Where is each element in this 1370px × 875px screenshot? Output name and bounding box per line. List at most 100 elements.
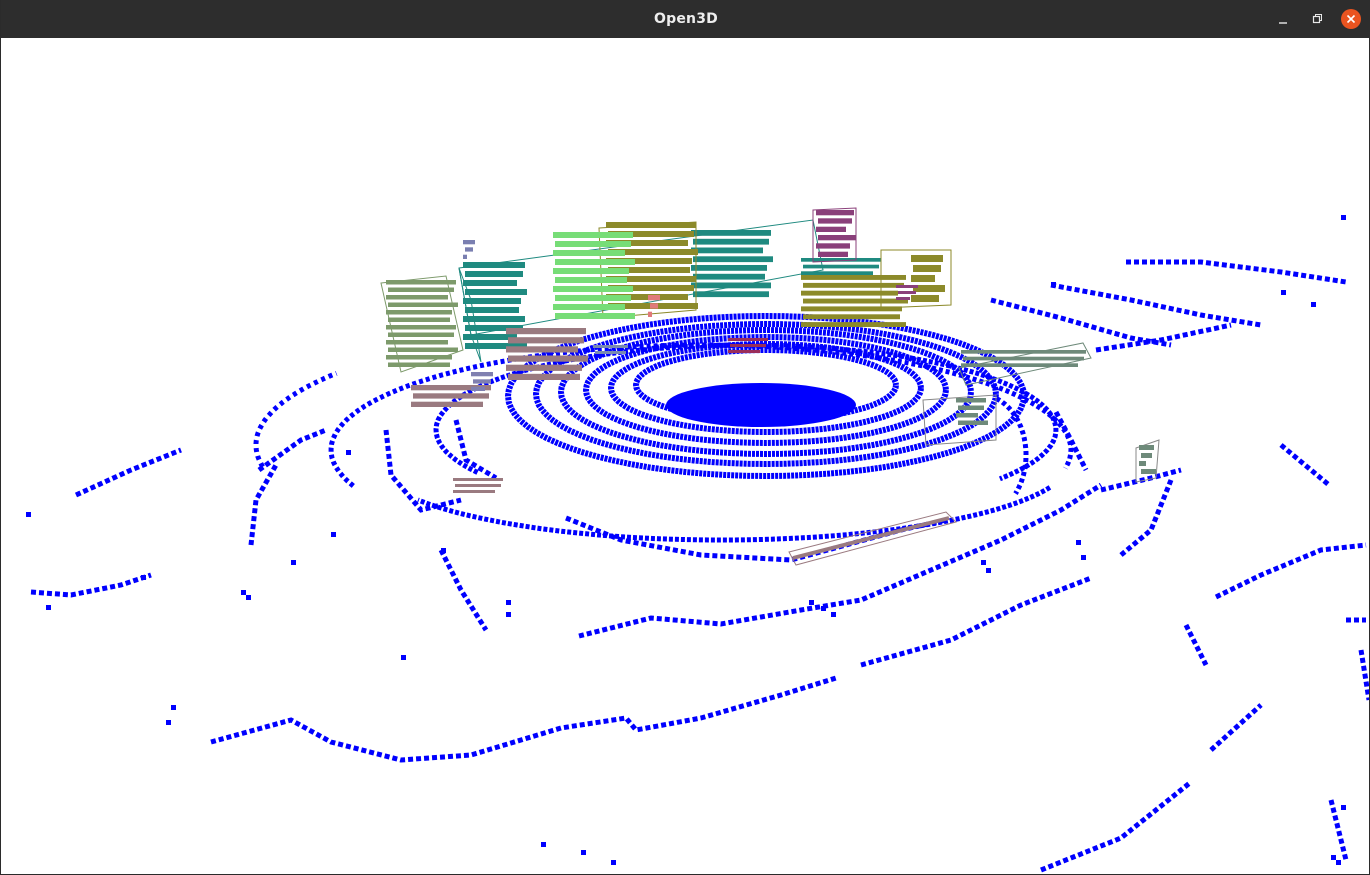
ground-point <box>821 606 826 611</box>
cluster-point-row <box>553 250 625 256</box>
minimize-button[interactable] <box>1273 9 1293 29</box>
ground-point <box>986 568 991 573</box>
cluster-point-row <box>465 271 523 277</box>
window-controls <box>1273 0 1361 38</box>
cluster-point-row <box>463 254 467 259</box>
ground-point <box>291 560 296 565</box>
cluster-point-row <box>1141 469 1156 474</box>
ground-scan-line <box>1050 282 1262 328</box>
cluster-point-row <box>1139 461 1146 466</box>
close-icon <box>1346 14 1356 24</box>
cluster-point-row <box>693 238 769 245</box>
close-button[interactable] <box>1341 9 1361 29</box>
cluster-point-row <box>803 264 879 269</box>
cluster-point-row <box>803 298 908 304</box>
cluster-point-row <box>801 275 906 280</box>
cluster-point-row <box>650 303 658 309</box>
cluster-point-row <box>411 401 483 407</box>
cluster-point-row <box>388 362 450 367</box>
cluster-teal-tree <box>463 262 527 349</box>
cluster-point-row <box>471 372 493 377</box>
cluster-point-row <box>606 222 696 228</box>
cluster-point-row <box>728 338 768 341</box>
cluster-point-row <box>593 345 628 348</box>
cluster-point-row <box>553 304 625 310</box>
cluster-slate-sign <box>1139 445 1156 474</box>
ground-scan-line <box>1040 780 1193 873</box>
ground-point <box>506 612 511 617</box>
cluster-point-row <box>453 478 503 481</box>
cluster-point-row <box>958 420 988 425</box>
cluster-point-row <box>963 356 1084 361</box>
ground-scan-line <box>578 482 1103 639</box>
cluster-point-row <box>691 282 771 289</box>
cluster-point-row <box>413 393 489 399</box>
cluster-point-row <box>388 347 458 352</box>
cluster-point-row <box>691 265 767 271</box>
cluster-point-row <box>648 311 652 317</box>
cluster-point-row <box>465 307 519 313</box>
ground-scan-line <box>30 572 152 598</box>
cluster-point-row <box>386 295 448 300</box>
maximize-button[interactable] <box>1307 9 1327 29</box>
ground-scan-line <box>257 427 327 473</box>
cluster-point-row <box>816 210 854 216</box>
cluster-point-row <box>648 295 660 301</box>
ground-point <box>541 842 546 847</box>
ground-point <box>611 860 616 865</box>
cluster-point-row <box>693 256 773 263</box>
cluster-point-row <box>463 316 525 322</box>
ground-point <box>506 600 511 605</box>
cluster-point-row <box>555 313 635 319</box>
cluster-point-row <box>1139 445 1154 450</box>
cluster-point-row <box>553 268 629 274</box>
ground-scan-line <box>1214 542 1367 600</box>
cluster-point-row <box>911 275 935 282</box>
3d-viewport[interactable] <box>1 38 1369 874</box>
cluster-point-row <box>465 247 473 252</box>
ground-scan-line <box>990 297 1172 348</box>
ground-scan-line <box>1183 623 1209 667</box>
cluster-point-row <box>453 490 495 493</box>
cluster-point-row <box>958 405 984 410</box>
ground-point <box>809 600 814 605</box>
cluster-point-row <box>465 289 527 295</box>
cluster-point-row <box>463 240 475 245</box>
cluster-point-row <box>1141 453 1152 458</box>
ground-point <box>1336 860 1341 865</box>
ground-point-cloud <box>26 215 1369 873</box>
cluster-point-row <box>913 265 941 272</box>
point-cloud-scene[interactable] <box>1 38 1369 874</box>
cluster-point-row <box>896 297 910 300</box>
cluster-point-row <box>691 247 763 254</box>
cluster-mauve-object <box>453 478 503 493</box>
ground-point <box>1341 805 1346 810</box>
cluster-point-row <box>388 302 458 307</box>
ground-point <box>46 605 51 610</box>
cluster-point-row <box>506 364 582 371</box>
ground-scan-line <box>1358 649 1369 701</box>
cluster-point-row <box>455 484 501 487</box>
ground-scan-line <box>860 575 1092 668</box>
cluster-point-row <box>728 350 760 353</box>
cluster-point-row <box>818 235 856 241</box>
ground-point <box>981 560 986 565</box>
ground-scan-line <box>1095 322 1232 353</box>
ground-point <box>401 655 406 660</box>
cluster-point-row <box>730 344 766 347</box>
cluster-point-row <box>555 241 631 247</box>
ground-scan-line <box>1119 479 1174 557</box>
cluster-point-row <box>555 277 627 283</box>
cluster-point-row <box>898 291 916 294</box>
ground-point <box>1051 282 1056 287</box>
ground-point <box>831 612 836 617</box>
ground-scan-line <box>1126 259 1347 285</box>
cluster-point-row <box>956 398 986 403</box>
title-bar[interactable]: Open3D <box>1 0 1370 38</box>
cluster-point-row <box>693 273 765 280</box>
ground-point <box>1331 855 1336 860</box>
open3d-window: Open3D <box>0 0 1370 875</box>
cluster-point-row <box>386 325 456 330</box>
cluster-slate-vehicle <box>961 350 1086 367</box>
cluster-point-row <box>508 337 584 344</box>
